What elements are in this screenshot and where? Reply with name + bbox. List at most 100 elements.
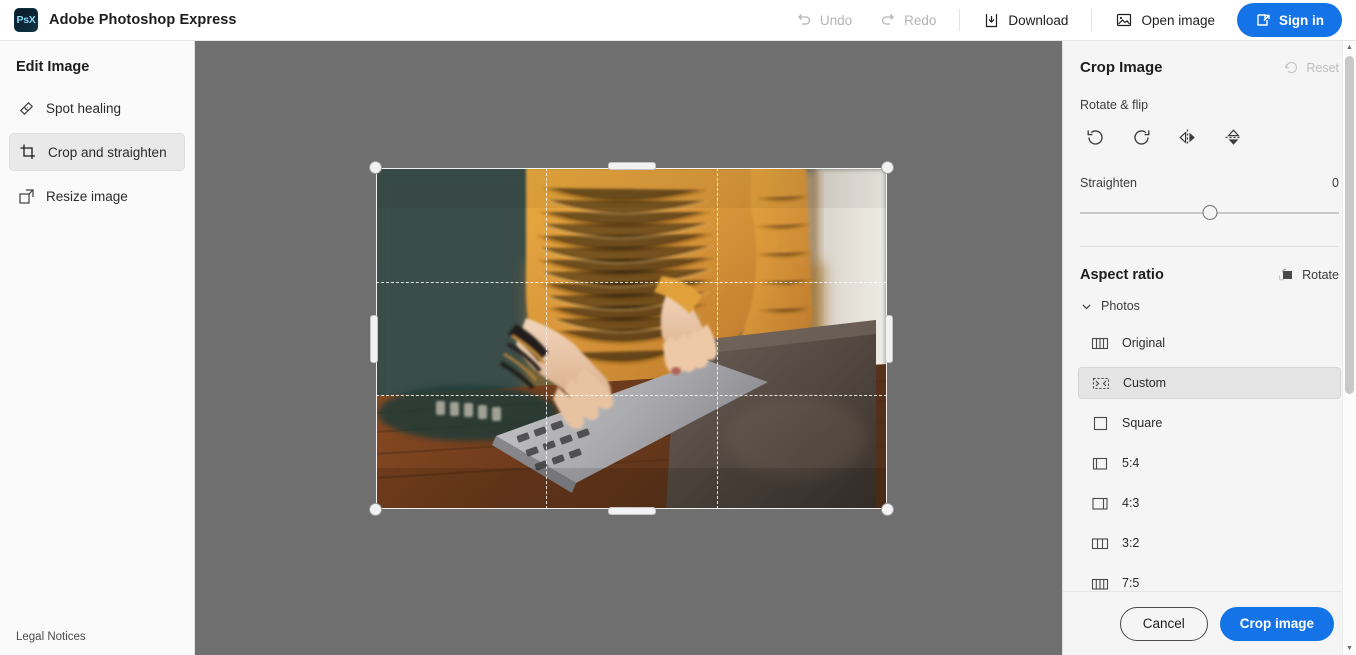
aspect-ratio-option-3-2[interactable]: 3:2 <box>1078 527 1341 559</box>
redo-label: Redo <box>904 12 937 28</box>
scroll-up-arrow-icon[interactable]: ▲ <box>1343 41 1356 54</box>
crop-icon <box>19 143 37 161</box>
sidebar-title: Edit Image <box>16 59 90 75</box>
photoshop-express-app: PsX Adobe Photoshop Express Undo Redo Do… <box>0 0 1356 655</box>
top-toolbar-actions: Undo Redo Download Open image Sign in <box>782 0 1356 40</box>
crop-panel-footer: Cancel Crop image <box>1063 591 1356 655</box>
crop-panel-header-section: Crop Image Reset Rotate & flip Straighte… <box>1063 41 1356 247</box>
crop-settings-scroll-area[interactable]: Crop Image Reset Rotate & flip Straighte… <box>1063 41 1356 591</box>
aspect-ratio-option-original[interactable]: Original <box>1078 327 1341 359</box>
rotate-flip-label: Rotate & flip <box>1080 98 1149 112</box>
toolbar-divider <box>1091 9 1093 31</box>
aspect-ratio-label: 5:4 <box>1122 456 1140 470</box>
sidebar-item-crop-and-straighten[interactable]: Crop and straighten <box>9 133 185 171</box>
edited-photo <box>376 168 887 509</box>
resize-icon <box>18 188 35 205</box>
crop-selection[interactable] <box>369 161 894 516</box>
chevron-down-icon <box>1080 300 1093 313</box>
crop-image-button[interactable]: Crop image <box>1219 606 1334 641</box>
aspect-ratio-option-4-3[interactable]: 4:3 <box>1078 487 1341 519</box>
reset-button[interactable]: Reset <box>1284 60 1339 75</box>
download-button[interactable]: Download <box>969 4 1082 36</box>
top-toolbar: PsX Adobe Photoshop Express Undo Redo Do… <box>0 0 1356 41</box>
aspect-ratio-label: Original <box>1122 336 1166 350</box>
aspect-ratio-option-custom[interactable]: Custom <box>1078 367 1341 399</box>
crop-panel-header: Crop Image Reset <box>1080 59 1339 76</box>
aspect-ratio-label: 4:3 <box>1122 496 1140 510</box>
sidebar-item-label: Crop and straighten <box>48 144 167 160</box>
open-image-label: Open image <box>1141 12 1215 28</box>
page-scrollbar[interactable]: ▲ ▼ <box>1342 41 1356 655</box>
redo-icon <box>880 12 896 28</box>
flip-horizontal-icon[interactable] <box>1174 124 1200 150</box>
undo-button[interactable]: Undo <box>782 4 866 36</box>
crop-handle-top-left[interactable] <box>369 161 382 174</box>
rotate-flip-controls <box>1080 124 1339 150</box>
crop-handle-left[interactable] <box>370 314 378 363</box>
crop-handle-right[interactable] <box>885 314 893 363</box>
undo-label: Undo <box>819 12 853 28</box>
aspect-ratio-label: Custom <box>1123 376 1167 390</box>
app-logo-text: PsX <box>16 14 36 26</box>
sidebar-item-label: Spot healing <box>46 100 122 116</box>
download-label: Download <box>1008 12 1069 28</box>
legal-notices-link[interactable]: Legal Notices <box>0 631 194 655</box>
sidebar-item-label: Resize image <box>46 188 128 204</box>
group-label: Photos <box>1101 299 1140 313</box>
cancel-button[interactable]: Cancel <box>1119 606 1208 641</box>
scrollbar-thumb[interactable] <box>1345 56 1354 394</box>
aspect-ratio-option-7-5[interactable]: 7:5 <box>1078 567 1341 591</box>
scroll-down-arrow-icon[interactable]: ▼ <box>1343 642 1356 655</box>
rotate-aspect-label: Rotate <box>1302 268 1339 282</box>
rotate-clockwise-icon[interactable] <box>1128 124 1154 150</box>
straighten-label: Straighten <box>1080 176 1137 190</box>
reset-label: Reset <box>1306 60 1339 75</box>
aspect-ratio-label: 3:2 <box>1122 536 1140 550</box>
aspect-ratio-label: 7:5 <box>1122 576 1140 590</box>
image-canvas[interactable] <box>195 41 1062 655</box>
toolbar-divider <box>959 9 961 31</box>
aspect-ratio-group-photos[interactable]: Photos <box>1063 283 1356 313</box>
rotate-counterclockwise-icon[interactable] <box>1082 124 1108 150</box>
crop-panel-title: Crop Image <box>1080 59 1163 76</box>
straighten-slider[interactable] <box>1080 202 1339 224</box>
sidebar-item-spot-healing[interactable]: Spot healing <box>9 89 185 127</box>
ratio-5-4-icon <box>1091 456 1109 471</box>
undo-icon <box>796 12 812 28</box>
crop-handle-bottom-right[interactable] <box>881 503 894 516</box>
rotate-aspect-button[interactable]: Rotate <box>1277 267 1339 283</box>
left-sidebar: Edit Image Spot healing Crop and straigh… <box>0 41 195 655</box>
aspect-ratio-title: Aspect ratio <box>1080 267 1164 283</box>
aspect-ratio-label: Square <box>1122 416 1163 430</box>
crop-settings-panel: Crop Image Reset Rotate & flip Straighte… <box>1062 41 1356 655</box>
brand: PsX Adobe Photoshop Express <box>0 8 237 32</box>
sidebar-item-resize-image[interactable]: Resize image <box>9 177 185 215</box>
flip-vertical-icon[interactable] <box>1220 124 1246 150</box>
sign-in-icon <box>1255 12 1271 28</box>
app-title: Adobe Photoshop Express <box>49 12 237 28</box>
ratio-3-2-icon <box>1091 536 1109 551</box>
open-image-button[interactable]: Open image <box>1101 4 1229 36</box>
straighten-row: Straighten 0 <box>1080 176 1339 190</box>
aspect-ratio-option-square[interactable]: Square <box>1078 407 1341 439</box>
redo-button[interactable]: Redo <box>866 4 950 36</box>
ratio-original-icon <box>1091 336 1109 351</box>
ratio-4-3-icon <box>1091 496 1109 511</box>
ratio-custom-icon <box>1092 376 1110 391</box>
crop-handle-bottom-left[interactable] <box>369 503 382 516</box>
crop-handle-bottom[interactable] <box>607 507 656 515</box>
photo-artwork <box>376 168 887 509</box>
reset-icon <box>1284 60 1299 75</box>
download-icon <box>983 12 1000 29</box>
sign-in-button[interactable]: Sign in <box>1237 3 1342 37</box>
crop-handle-top-right[interactable] <box>881 161 894 174</box>
slider-thumb[interactable] <box>1202 205 1217 220</box>
ratio-square-icon <box>1091 416 1109 431</box>
ratio-7-5-icon <box>1091 576 1109 591</box>
crop-handle-top[interactable] <box>607 162 656 170</box>
aspect-ratio-header: Aspect ratio Rotate <box>1063 247 1356 283</box>
aspect-ratio-list: Original Custom Square 5:4 4:3 3:2 7:5 <box>1063 313 1356 591</box>
sign-in-label: Sign in <box>1279 12 1324 28</box>
aspect-ratio-option-5-4[interactable]: 5:4 <box>1078 447 1341 479</box>
app-logo-icon: PsX <box>14 8 38 32</box>
